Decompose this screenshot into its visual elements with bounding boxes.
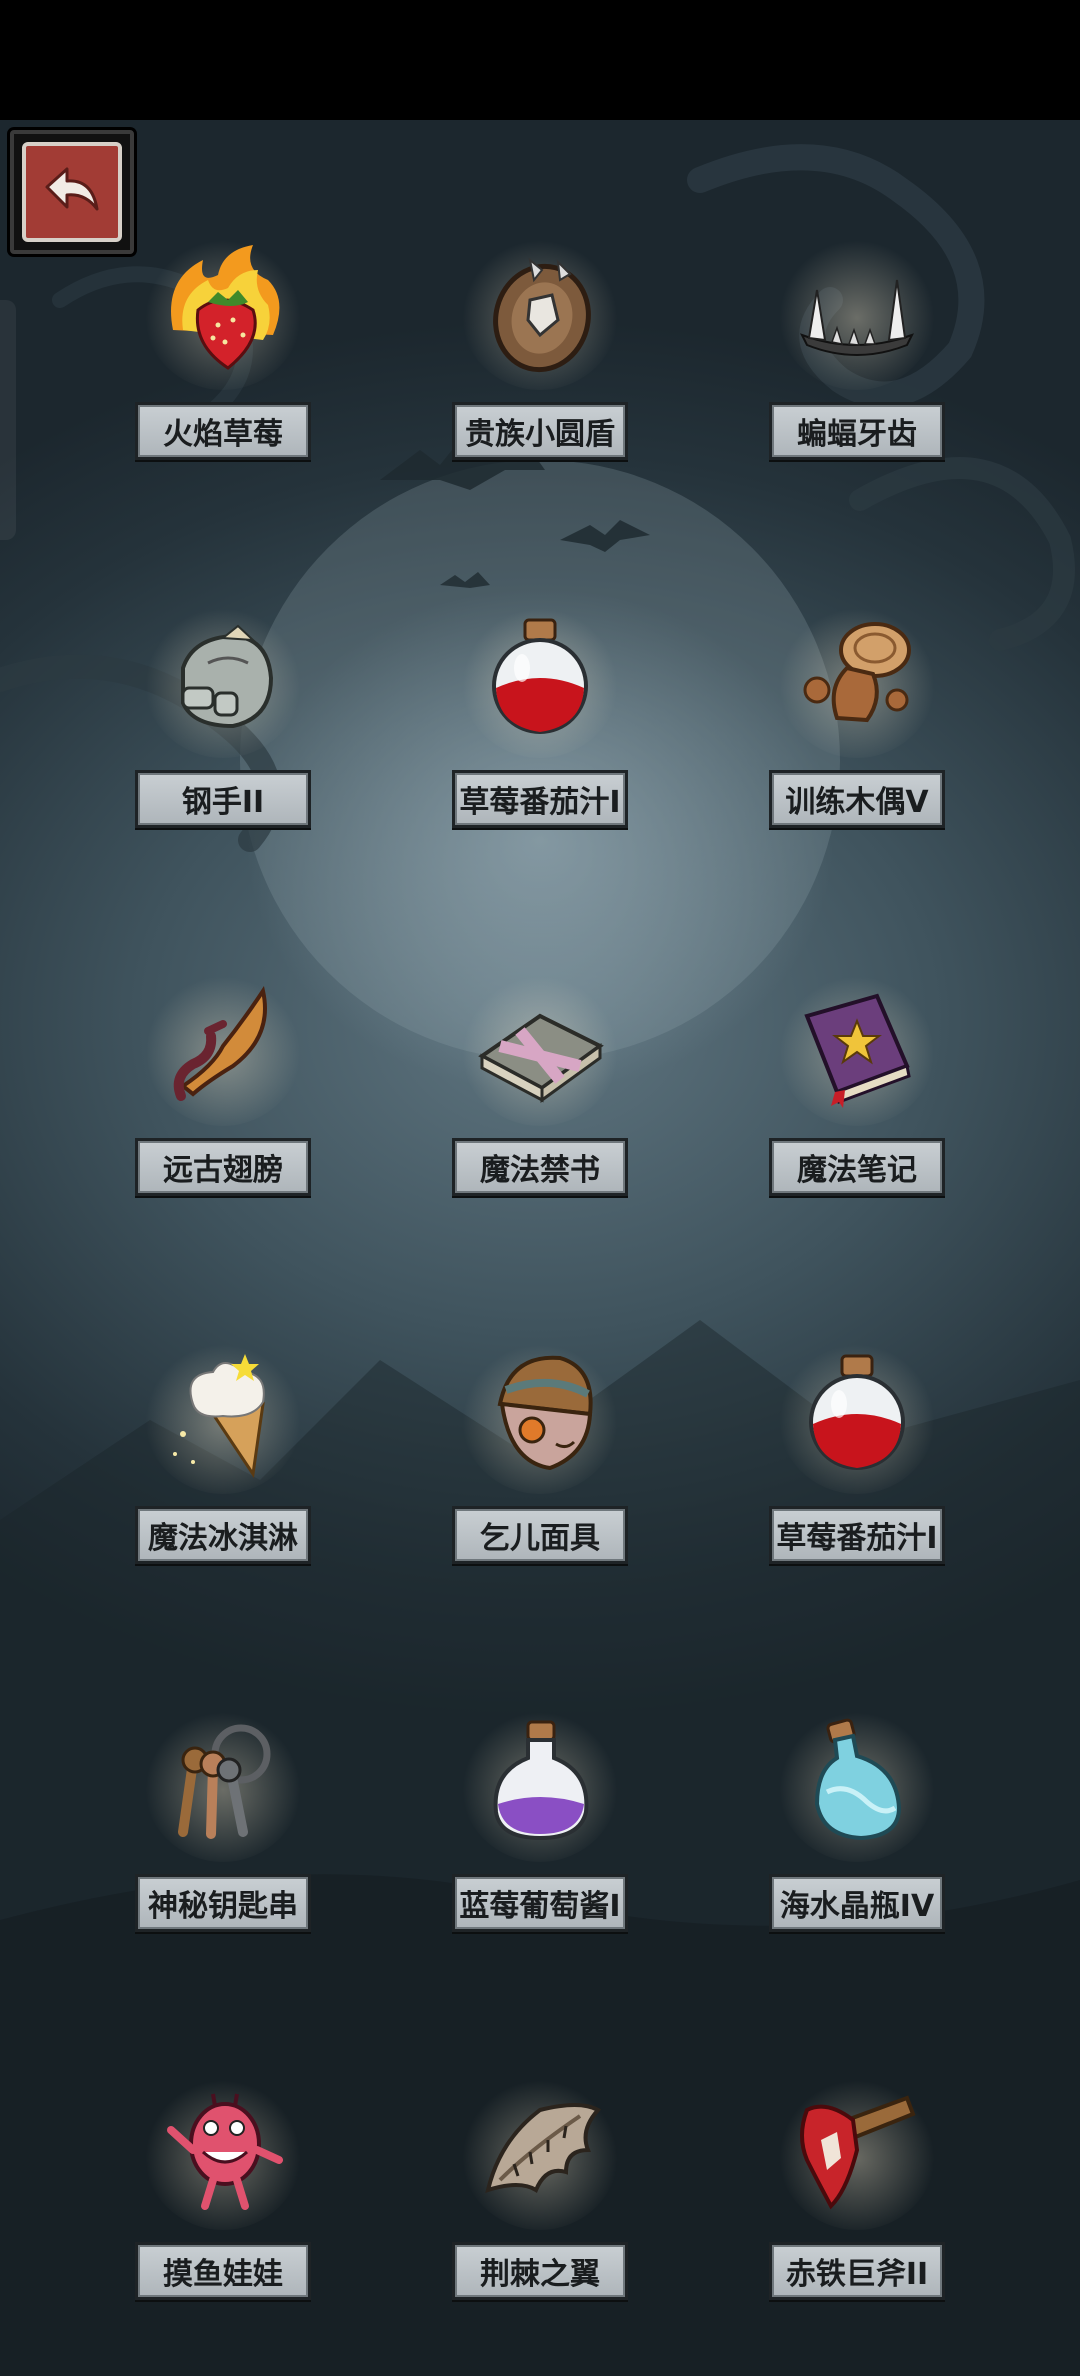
item-name-label: 钢手II (135, 770, 311, 828)
item-card[interactable]: 赤铁巨斧II (767, 2070, 947, 2376)
beggar-mask-icon (460, 1334, 620, 1494)
item-card[interactable]: 远古翅膀 (133, 966, 313, 1286)
ancient-wing-icon (143, 966, 303, 1126)
item-name-label: 神秘钥匙串 (135, 1874, 311, 1932)
bat-teeth-icon (777, 230, 937, 390)
purple-potion-icon (460, 1702, 620, 1862)
red-potion-icon (460, 598, 620, 758)
back-button[interactable] (10, 130, 134, 254)
red-iron-axe-icon (777, 2070, 937, 2230)
item-card[interactable]: 贵族小圆盾 (450, 230, 630, 550)
status-bar (0, 0, 1080, 120)
item-name-label: 摸鱼娃娃 (135, 2242, 311, 2300)
item-card[interactable]: 魔法冰淇淋 (133, 1334, 313, 1654)
back-button-face (22, 142, 122, 242)
flaming-strawberry-icon (143, 230, 303, 390)
item-name-label: 训练木偶V (769, 770, 945, 828)
item-name-label: 草莓番茄汁I (452, 770, 628, 828)
item-name-label: 荆棘之翼 (452, 2242, 628, 2300)
pink-doll-icon (143, 2070, 303, 2230)
round-shield-icon (460, 230, 620, 390)
steel-gauntlet-icon (143, 598, 303, 758)
item-card[interactable]: 火焰草莓 (133, 230, 313, 550)
thorn-wing-icon (460, 2070, 620, 2230)
item-name-label: 远古翅膀 (135, 1138, 311, 1196)
item-name-label: 草莓番茄汁I (769, 1506, 945, 1564)
item-name-label: 蝙蝠牙齿 (769, 402, 945, 460)
item-card[interactable]: 魔法禁书 (450, 966, 630, 1286)
item-card[interactable]: 神秘钥匙串 (133, 1702, 313, 2022)
item-name-label: 海水晶瓶IV (769, 1874, 945, 1932)
magic-notebook-icon (777, 966, 937, 1126)
key-ring-icon (143, 1702, 303, 1862)
blue-crystal-bottle-icon (777, 1702, 937, 1862)
training-dummy-icon (777, 598, 937, 758)
item-card[interactable]: 草莓番茄汁I (767, 1334, 947, 1654)
item-card[interactable]: 荆棘之翼 (450, 2070, 630, 2376)
item-name-label: 蓝莓葡萄酱I (452, 1874, 628, 1932)
item-card[interactable]: 海水晶瓶IV (767, 1702, 947, 2022)
item-card[interactable]: 钢手II (133, 598, 313, 918)
item-card[interactable]: 草莓番茄汁I (450, 598, 630, 918)
side-tab (0, 300, 16, 540)
red-potion-icon (777, 1334, 937, 1494)
item-name-label: 魔法笔记 (769, 1138, 945, 1196)
item-name-label: 魔法冰淇淋 (135, 1506, 311, 1564)
item-name-label: 乞儿面具 (452, 1506, 628, 1564)
item-name-label: 魔法禁书 (452, 1138, 628, 1196)
item-card[interactable]: 摸鱼娃娃 (133, 2070, 313, 2376)
item-name-label: 贵族小圆盾 (452, 402, 628, 460)
magic-ice-cream-icon (143, 1334, 303, 1494)
item-card[interactable]: 蝙蝠牙齿 (767, 230, 947, 550)
item-card[interactable]: 魔法笔记 (767, 966, 947, 1286)
back-arrow-icon (45, 167, 99, 211)
item-card[interactable]: 乞儿面具 (450, 1334, 630, 1654)
item-name-label: 赤铁巨斧II (769, 2242, 945, 2300)
item-card[interactable]: 蓝莓葡萄酱I (450, 1702, 630, 2022)
item-card[interactable]: 训练木偶V (767, 598, 947, 918)
item-name-label: 火焰草莓 (135, 402, 311, 460)
forbidden-book-icon (460, 966, 620, 1126)
